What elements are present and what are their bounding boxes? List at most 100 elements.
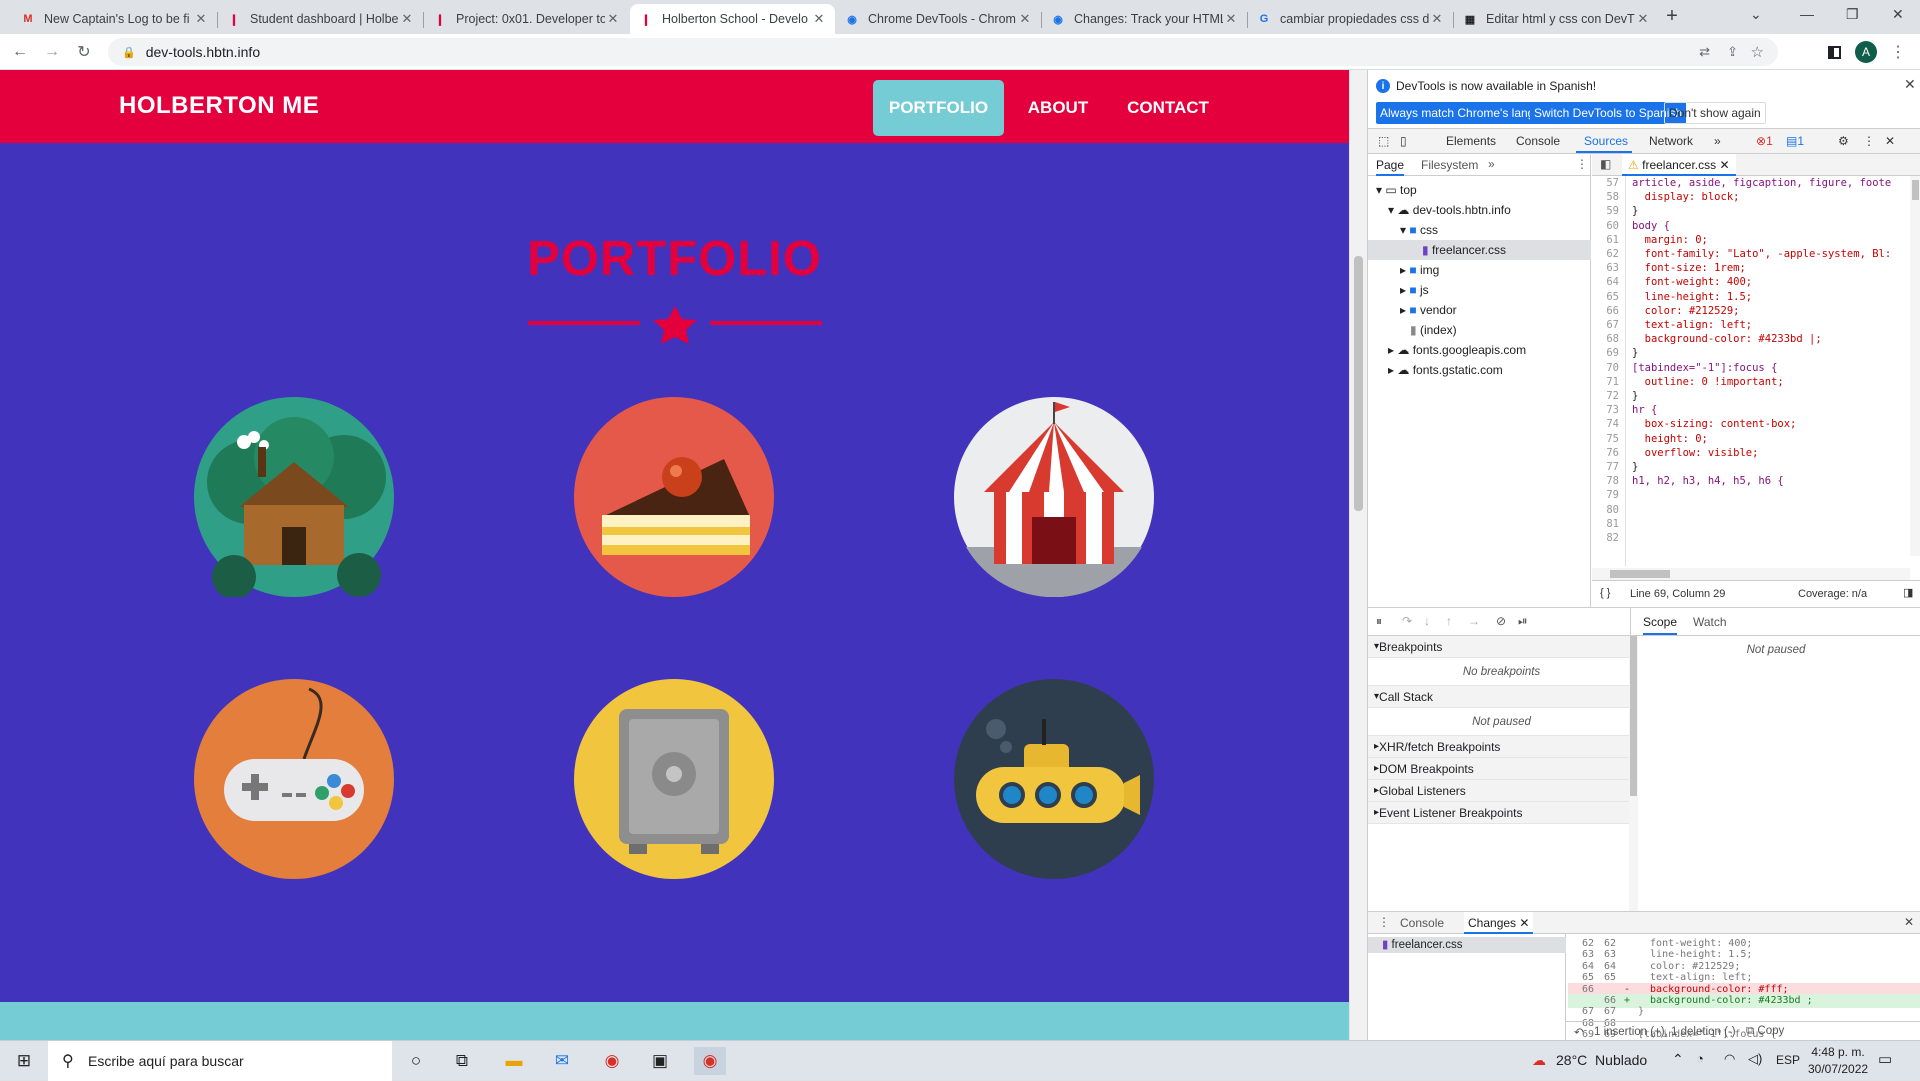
reload-icon[interactable]: ↻	[72, 40, 96, 64]
code-line[interactable]: article, aside, figcaption, figure, foot…	[1632, 176, 1920, 190]
browser-tab[interactable]: ▦ Editar html y css con DevT ✕	[1454, 4, 1659, 34]
line-number[interactable]: 60	[1592, 219, 1619, 233]
nav-tab-page[interactable]: Page	[1376, 158, 1405, 176]
page-scrollbar[interactable]	[1349, 70, 1367, 1040]
line-number[interactable]: 59	[1592, 204, 1619, 218]
tree-item-img[interactable]: ▸ ■ img	[1400, 263, 1439, 277]
tree-item-googleapis[interactable]: ▸ ☁ fonts.googleapis.com	[1388, 343, 1526, 357]
navigator-menu-icon[interactable]: ⋮	[1576, 157, 1588, 171]
code-line[interactable]: [tabindex="-1"]:focus {	[1632, 361, 1920, 375]
close-file-tab-icon[interactable]: ✕	[1720, 158, 1730, 172]
browser-tab[interactable]: ◉ Changes: Track your HTML ✕	[1042, 4, 1247, 34]
section-xhr-fetch-breakpoints[interactable]: ▸ XHR/fetch Breakpoints	[1368, 736, 1629, 758]
close-changes-icon[interactable]: ✕	[1519, 916, 1529, 930]
line-number[interactable]: 79	[1592, 488, 1619, 502]
error-count-badge[interactable]: ⊗1	[1756, 134, 1773, 148]
wifi-icon[interactable]: ◠	[1724, 1051, 1735, 1067]
line-number[interactable]: 62	[1592, 247, 1619, 261]
devtools-menu-icon[interactable]: ⋮	[1863, 134, 1875, 148]
tree-item-js[interactable]: ▸ ■ js	[1400, 283, 1429, 297]
browser-tab[interactable]: ❙ Student dashboard | Holbe ✕	[218, 4, 423, 34]
tree-item-vendor[interactable]: ▸ ■ vendor	[1400, 303, 1457, 317]
share-icon[interactable]: ⇪	[1727, 44, 1738, 60]
terminal-icon[interactable]: ▣	[644, 1047, 676, 1075]
line-number[interactable]: 65	[1592, 290, 1619, 304]
debugger-scrollbar-thumb[interactable]	[1630, 636, 1637, 796]
step-icon[interactable]: →	[1468, 614, 1480, 628]
weather-text[interactable]: 28°C Nublado	[1556, 1052, 1647, 1068]
portfolio-item-submarine[interactable]	[879, 653, 1229, 905]
code-line[interactable]: line-height: 1.5;	[1632, 290, 1920, 304]
line-number[interactable]: 63	[1592, 261, 1619, 275]
tab-scope[interactable]: Scope	[1643, 615, 1678, 635]
page-scrollbar-thumb[interactable]	[1354, 256, 1363, 511]
line-number[interactable]: 57	[1592, 176, 1619, 190]
code-line[interactable]: box-sizing: content-box;	[1632, 417, 1920, 431]
code-line[interactable]: body {	[1632, 219, 1920, 233]
line-number[interactable]: 77	[1592, 460, 1619, 474]
notifications-icon[interactable]: ▭	[1878, 1050, 1892, 1068]
close-tab-icon[interactable]: ✕	[193, 11, 209, 27]
tree-item-css[interactable]: ▾ ■ css	[1400, 223, 1438, 237]
forward-icon[interactable]: →	[40, 40, 64, 64]
drawer-menu-icon[interactable]: ⋮	[1378, 915, 1390, 929]
pretty-print-icon[interactable]: { }	[1600, 587, 1610, 599]
nav-about[interactable]: ABOUT	[1014, 80, 1102, 136]
close-drawer-icon[interactable]: ✕	[1904, 915, 1914, 929]
code-line[interactable]: display: block;	[1632, 190, 1920, 204]
section-call-stack[interactable]: ▾ Call Stack	[1368, 686, 1629, 708]
infobar-close-icon[interactable]: ✕	[1904, 76, 1916, 93]
close-tab-icon[interactable]: ✕	[1223, 11, 1239, 27]
clock-date[interactable]: 30/07/2022	[1808, 1062, 1868, 1076]
editor-hscrollbar-thumb[interactable]	[1610, 570, 1670, 578]
show-hidden-icons-icon[interactable]: ⌃	[1672, 1051, 1684, 1068]
step-out-icon[interactable]: ↑	[1446, 614, 1452, 628]
line-number[interactable]: 68	[1592, 332, 1619, 346]
code-line[interactable]: margin: 0;	[1632, 233, 1920, 247]
message-count-badge[interactable]: ▤1	[1786, 134, 1804, 148]
code-line[interactable]: height: 0;	[1632, 432, 1920, 446]
more-tabs-icon[interactable]: »	[1714, 134, 1721, 148]
browser-tab[interactable]: ❙ Project: 0x01. Developer to ✕	[424, 4, 629, 34]
line-number[interactable]: 58	[1592, 190, 1619, 204]
drawer-tab-changes[interactable]: Changes ✕	[1464, 912, 1534, 934]
settings-gear-icon[interactable]: ⚙	[1838, 134, 1849, 148]
cortana-icon[interactable]: ○	[400, 1047, 432, 1075]
tree-item-freelancer-css[interactable]: ▮ freelancer.css	[1422, 243, 1506, 257]
portfolio-item-game[interactable]	[119, 653, 469, 905]
toggle-navigator-icon[interactable]: ◧	[1600, 157, 1611, 171]
drawer-tab-console[interactable]: Console	[1400, 916, 1444, 930]
close-tab-icon[interactable]: ✕	[605, 11, 621, 27]
code-line[interactable]: outline: 0 !important;	[1632, 375, 1920, 389]
line-number[interactable]: 67	[1592, 318, 1619, 332]
portfolio-item-cabin[interactable]	[119, 371, 469, 623]
task-view-icon[interactable]: ⧉	[446, 1047, 478, 1075]
browser-tab[interactable]: ❙ Holberton School - Develo ✕	[630, 4, 835, 34]
line-number[interactable]: 61	[1592, 233, 1619, 247]
taskbar-search-box[interactable]: ⚲ Escribe aquí para buscar	[48, 1041, 392, 1081]
line-number[interactable]: 81	[1592, 517, 1619, 531]
line-number[interactable]: 78	[1592, 474, 1619, 488]
browser-tab[interactable]: Gcambiar propiedades css d ✕	[1248, 4, 1453, 34]
line-number[interactable]: 76	[1592, 446, 1619, 460]
menu-kebab-icon[interactable]: ⋮	[1886, 40, 1910, 64]
code-line[interactable]: h1, h2, h3, h4, h5, h6 {	[1632, 474, 1920, 488]
device-toolbar-icon[interactable]: ▯	[1400, 134, 1407, 148]
tree-item-gstatic[interactable]: ▸ ☁ fonts.gstatic.com	[1388, 363, 1503, 377]
dont-show-again-button[interactable]: Don't show again	[1664, 102, 1766, 124]
switch-spanish-button[interactable]: Switch DevTools to Spanish	[1530, 102, 1687, 124]
chrome-taskbar-icon[interactable]: ◉	[596, 1047, 628, 1075]
bookmark-star-icon[interactable]: ☆	[1751, 43, 1764, 61]
mail-icon[interactable]: ✉	[546, 1047, 578, 1075]
line-number[interactable]: 75	[1592, 432, 1619, 446]
file-explorer-icon[interactable]: ▬	[498, 1047, 530, 1075]
code-line[interactable]: }	[1632, 389, 1920, 403]
volume-icon[interactable]: ◁)	[1748, 1051, 1762, 1067]
inspect-icon[interactable]: ⬚	[1378, 134, 1389, 148]
line-number[interactable]: 66	[1592, 304, 1619, 318]
new-tab-button[interactable]: +	[1660, 4, 1684, 28]
chrome-active-taskbar-icon[interactable]: ◉	[694, 1047, 726, 1075]
copy-button[interactable]: ⧉ Copy	[1746, 1025, 1784, 1038]
line-number[interactable]: 73	[1592, 403, 1619, 417]
pause-on-exceptions-icon[interactable]: ⏯	[1518, 614, 1528, 629]
